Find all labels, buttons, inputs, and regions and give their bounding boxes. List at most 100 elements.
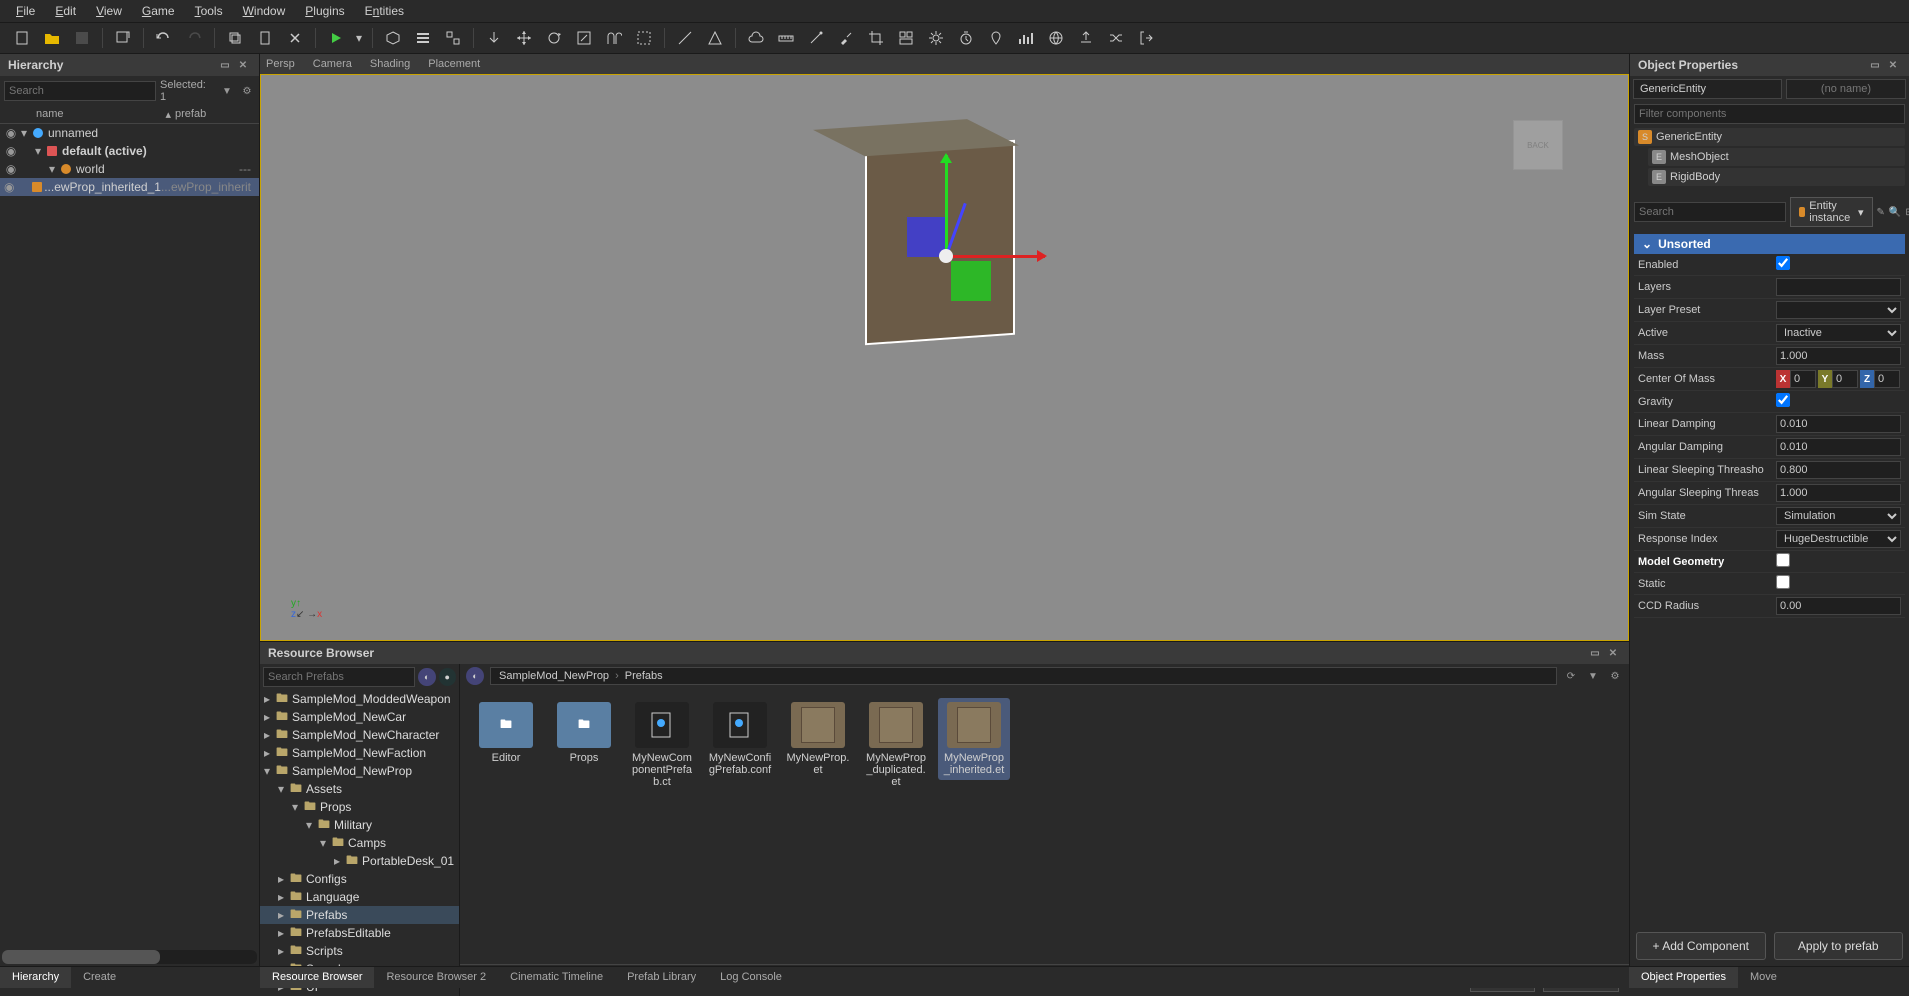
list-view-icon[interactable] bbox=[409, 24, 437, 52]
property-select[interactable] bbox=[1776, 301, 1901, 319]
hierarchy-icon[interactable] bbox=[439, 24, 467, 52]
open-external-icon[interactable] bbox=[109, 24, 137, 52]
expand-arrow-icon[interactable]: ▸ bbox=[278, 908, 290, 922]
rotate-gizmo-icon[interactable] bbox=[540, 24, 568, 52]
hierarchy-row[interactable]: ◉ ▾ world --- bbox=[0, 160, 259, 178]
filter-icon[interactable]: ▼ bbox=[219, 83, 235, 99]
undo-icon[interactable] bbox=[150, 24, 178, 52]
breadcrumb-root[interactable]: SampleMod_NewProp bbox=[499, 670, 609, 682]
visibility-icon[interactable]: ◉ bbox=[4, 144, 18, 158]
cube-view-icon[interactable] bbox=[379, 24, 407, 52]
property-input[interactable] bbox=[1776, 461, 1901, 479]
hierarchy-gear-icon[interactable]: ⚙ bbox=[239, 83, 255, 99]
property-z-input[interactable] bbox=[1874, 370, 1900, 388]
resource-tree-row[interactable]: ▾ 🖿 SampleMod_NewProp bbox=[260, 762, 459, 780]
bottom-tab[interactable]: Log Console bbox=[708, 967, 794, 988]
paste-icon[interactable] bbox=[251, 24, 279, 52]
resource-tree-row[interactable]: ▾ 🖿 Camps bbox=[260, 834, 459, 852]
expand-arrow-icon[interactable]: ▾ bbox=[292, 800, 304, 814]
windows-icon[interactable] bbox=[892, 24, 920, 52]
rb-dock-icon[interactable]: ▭ bbox=[1587, 645, 1603, 661]
expand-arrow-icon[interactable]: ▾ bbox=[306, 818, 318, 832]
resource-thumb[interactable]: MyNewProp_duplicated.et bbox=[860, 698, 932, 792]
add-component-button[interactable]: + Add Component bbox=[1636, 932, 1766, 960]
resource-tree-row[interactable]: ▸ 🖿 SampleMod_NewFaction bbox=[260, 744, 459, 762]
rb-filter-icon[interactable]: ▼ bbox=[1585, 668, 1601, 684]
hierarchy-scrollbar[interactable] bbox=[2, 950, 257, 964]
menu-entities[interactable]: Entities bbox=[355, 1, 414, 21]
scale-gizmo-icon[interactable] bbox=[570, 24, 598, 52]
rb-breadcrumb-opt[interactable]: ◐ bbox=[466, 667, 484, 685]
bottom-tab[interactable]: Cinematic Timeline bbox=[498, 967, 615, 988]
new-icon[interactable] bbox=[8, 24, 36, 52]
timer-icon[interactable] bbox=[952, 24, 980, 52]
expand-arrow-icon[interactable]: ▾ bbox=[320, 836, 332, 850]
hierarchy-tree[interactable]: ◉ ▾ unnamed ◉ ▾ default (active) ◉ ▾ wor… bbox=[0, 124, 259, 948]
property-input[interactable] bbox=[1776, 347, 1901, 365]
resource-tree-row[interactable]: ▸ 🖿 PrefabsEditable bbox=[260, 924, 459, 942]
brush-icon[interactable] bbox=[832, 24, 860, 52]
op-search-input[interactable] bbox=[1634, 202, 1786, 222]
globe-icon[interactable] bbox=[1042, 24, 1070, 52]
bottom-tab[interactable]: Prefab Library bbox=[615, 967, 708, 988]
expand-arrow-icon[interactable]: ▸ bbox=[334, 854, 346, 868]
resource-tree-row[interactable]: ▸ 🖿 SampleMod_NewCar bbox=[260, 708, 459, 726]
copy-icon[interactable] bbox=[221, 24, 249, 52]
rb-close-icon[interactable]: ✕ bbox=[1605, 645, 1621, 661]
shuffle-icon[interactable] bbox=[1102, 24, 1130, 52]
close-icon[interactable]: ✕ bbox=[235, 57, 251, 73]
bottom-tab[interactable]: Resource Browser bbox=[260, 967, 374, 988]
property-x-input[interactable] bbox=[1790, 370, 1816, 388]
menu-file[interactable]: File bbox=[6, 1, 45, 21]
bottom-tab[interactable]: Resource Browser 2 bbox=[374, 967, 498, 988]
expand-arrow-icon[interactable]: ▸ bbox=[278, 890, 290, 904]
hierarchy-row[interactable]: ◉ ▾ default (active) bbox=[0, 142, 259, 160]
play-icon[interactable] bbox=[322, 24, 350, 52]
redo-icon[interactable] bbox=[180, 24, 208, 52]
property-input[interactable] bbox=[1776, 484, 1901, 502]
resource-thumb[interactable]: MyNewComponentPrefab.ct bbox=[626, 698, 698, 792]
op-section-unsorted[interactable]: ⌄ Unsorted bbox=[1634, 234, 1905, 254]
export-icon[interactable] bbox=[1072, 24, 1100, 52]
move-gizmo-icon[interactable] bbox=[510, 24, 538, 52]
col-name[interactable]: name bbox=[30, 108, 165, 121]
property-checkbox[interactable] bbox=[1776, 575, 1790, 589]
op-hierarchy-icon[interactable]: ⊞ bbox=[1905, 204, 1909, 220]
anchor-slash-icon[interactable] bbox=[671, 24, 699, 52]
bottom-tab[interactable]: Create bbox=[71, 967, 128, 988]
ruler-icon[interactable] bbox=[772, 24, 800, 52]
rb-refresh-icon[interactable]: ⟳ bbox=[1563, 668, 1579, 684]
property-checkbox[interactable] bbox=[1776, 393, 1790, 407]
resource-tree-row[interactable]: ▸ 🖿 SampleMod_NewCharacter bbox=[260, 726, 459, 744]
resource-thumb[interactable]: MyNewProp.et bbox=[782, 698, 854, 780]
play-dropdown-icon[interactable]: ▾ bbox=[352, 24, 366, 52]
entity-instance-dropdown[interactable]: Entity instance ▾ bbox=[1790, 197, 1873, 227]
breadcrumb-current[interactable]: Prefabs bbox=[625, 670, 663, 682]
expand-arrow-icon[interactable]: ▾ bbox=[46, 162, 58, 176]
view-cube-widget[interactable]: BACK bbox=[1488, 105, 1588, 205]
expand-arrow-icon[interactable]: ▾ bbox=[32, 144, 44, 158]
property-select[interactable]: HugeDestructible bbox=[1776, 530, 1901, 548]
bottom-tab[interactable]: Hierarchy bbox=[0, 967, 71, 988]
property-input[interactable] bbox=[1776, 278, 1901, 296]
expand-arrow-icon[interactable]: ▸ bbox=[278, 926, 290, 940]
hierarchy-row[interactable]: ◉ ...ewProp_inherited_1 ...ewProp_inheri… bbox=[0, 178, 259, 196]
rb-search-opt1[interactable]: ◐ bbox=[418, 668, 436, 686]
col-prefab[interactable]: prefab bbox=[175, 108, 255, 121]
save-icon[interactable] bbox=[68, 24, 96, 52]
apply-to-prefab-button[interactable]: Apply to prefab bbox=[1774, 932, 1904, 960]
op-entity-name[interactable]: (no name) bbox=[1786, 79, 1906, 99]
hierarchy-search-input[interactable] bbox=[4, 81, 156, 101]
chart-icon[interactable] bbox=[1012, 24, 1040, 52]
resource-tree-row[interactable]: ▾ 🖿 Props bbox=[260, 798, 459, 816]
anchor-down-icon[interactable] bbox=[480, 24, 508, 52]
resource-thumb[interactable]: MyNewProp_inherited.et bbox=[938, 698, 1010, 780]
expand-arrow-icon[interactable]: ▸ bbox=[278, 944, 290, 958]
expand-arrow-icon[interactable]: ▾ bbox=[18, 126, 30, 140]
viewport-tab-shading[interactable]: Shading bbox=[370, 58, 410, 70]
bottom-tab[interactable]: Move bbox=[1738, 967, 1789, 988]
resource-search-input[interactable] bbox=[263, 667, 415, 687]
logout-icon[interactable] bbox=[1132, 24, 1160, 52]
resource-tree-row[interactable]: ▸ 🖿 Language bbox=[260, 888, 459, 906]
expand-arrow-icon[interactable]: ▾ bbox=[278, 782, 290, 796]
